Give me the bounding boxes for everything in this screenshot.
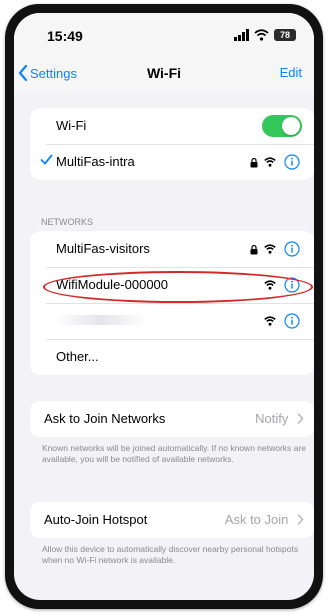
screen: 15:49 78 Settings Wi-Fi Edit Wi-Fi Multi… [14, 13, 314, 600]
checkmark-icon [40, 154, 53, 165]
network-icons [250, 240, 302, 258]
wifi-group: Wi-Fi MultiFas-intra [30, 108, 314, 180]
networks-section-header: NETWORKS [41, 217, 94, 227]
lock-icon [250, 157, 258, 168]
ask-to-join-value-text: Notify [255, 411, 289, 426]
other-network-label: Other... [56, 349, 99, 364]
phone-frame: 15:49 78 Settings Wi-Fi Edit Wi-Fi Multi… [5, 4, 323, 609]
info-icon[interactable] [284, 154, 300, 170]
auto-join-hotspot-value-text: Ask to Join [224, 512, 289, 527]
wifi-icon [254, 29, 269, 41]
network-name: MultiFas-visitors [56, 241, 150, 256]
ask-to-join-row[interactable]: Ask to Join Networks Notify [30, 401, 314, 437]
status-time: 15:49 [47, 28, 83, 44]
auto-join-hotspot-label: Auto-Join Hotspot [44, 512, 148, 527]
signal-icon [234, 29, 249, 41]
connected-network-row[interactable]: MultiFas-intra [30, 144, 314, 180]
page-title: Wi-Fi [146, 65, 182, 81]
ask-to-join-label: Ask to Join Networks [44, 411, 166, 426]
ask-to-join-footnote: Known networks will be joined automatica… [42, 443, 306, 464]
highlight-ellipse [43, 271, 313, 303]
info-icon[interactable] [284, 313, 300, 329]
info-icon[interactable] [284, 241, 300, 257]
wifi-toggle-row: Wi-Fi [30, 108, 314, 144]
wifi-icon [264, 244, 276, 254]
chevron-right-icon [297, 413, 304, 424]
network-row-redacted[interactable] [30, 303, 314, 339]
wifi-icon [264, 157, 276, 167]
network-icons [250, 312, 302, 330]
toggle-knob [282, 117, 300, 135]
network-row[interactable]: MultiFas-visitors [30, 231, 314, 267]
other-network-row[interactable]: Other... [30, 339, 314, 375]
battery-icon: 78 [274, 29, 296, 41]
lock-icon [250, 244, 258, 255]
auto-join-hotspot-value: Ask to Join [225, 512, 304, 527]
redacted-network-name [56, 315, 146, 325]
network-icons [250, 153, 302, 171]
wifi-toggle[interactable] [262, 115, 302, 137]
navigation-bar: Settings Wi-Fi Edit [14, 53, 314, 91]
ask-to-join-group: Ask to Join Networks Notify [30, 401, 314, 437]
auto-join-hotspot-footnote: Allow this device to automatically disco… [42, 544, 299, 565]
connected-network-name: MultiFas-intra [56, 154, 135, 169]
auto-join-hotspot-group: Auto-Join Hotspot Ask to Join [30, 502, 314, 538]
networks-group: MultiFas-visitors WifiModule-000000 Othe… [30, 231, 314, 375]
auto-join-hotspot-row[interactable]: Auto-Join Hotspot Ask to Join [30, 502, 314, 538]
chevron-right-icon [297, 514, 304, 525]
wifi-label: Wi-Fi [56, 118, 87, 133]
edit-button[interactable]: Edit [280, 65, 302, 80]
status-icons: 78 [234, 28, 296, 42]
status-bar: 15:49 78 [14, 13, 314, 53]
wifi-icon [264, 316, 276, 326]
ask-to-join-value: Notify [255, 411, 304, 426]
